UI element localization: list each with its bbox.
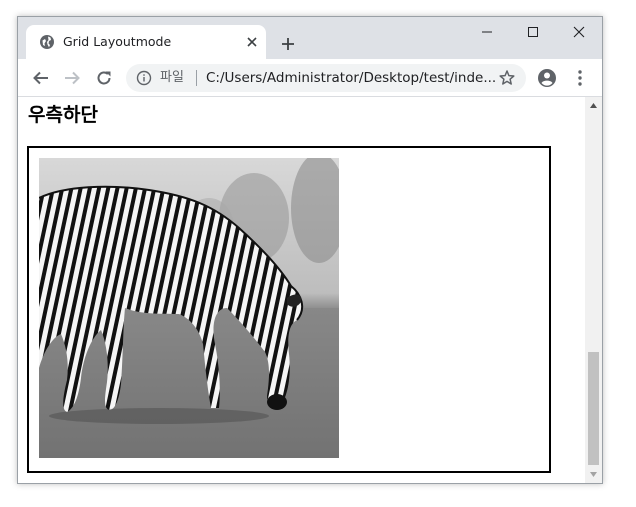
scroll-up-icon[interactable] [585, 97, 602, 114]
arrow-right-icon[interactable] [61, 67, 83, 89]
plus-icon[interactable] [276, 32, 300, 56]
tab-title: Grid Layoutmode [63, 34, 172, 49]
tab-strip: Grid Layoutmode [18, 17, 602, 59]
window-close-icon[interactable] [556, 17, 602, 47]
omnibox-divider [196, 70, 197, 86]
file-scheme-label: 파일 [160, 70, 184, 85]
minimize-icon[interactable] [464, 17, 510, 47]
kebab-menu-icon[interactable] [569, 67, 591, 89]
tab-active[interactable]: Grid Layoutmode [26, 25, 266, 59]
address-bar[interactable]: 파일 C:/Users/Administrator/Desktop/test/i… [126, 64, 526, 92]
vertical-scrollbar[interactable] [585, 97, 602, 483]
arrow-left-icon[interactable] [30, 67, 52, 89]
page-content: 우측하단 [18, 97, 585, 483]
close-icon[interactable] [244, 34, 260, 50]
url-text[interactable]: C:/Users/Administrator/Desktop/test/inde… [206, 70, 496, 86]
page-heading: 우측하단 [28, 104, 98, 126]
star-icon[interactable] [498, 69, 516, 87]
reload-icon[interactable] [93, 67, 115, 89]
info-icon[interactable] [136, 70, 152, 86]
toolbar: 파일 C:/Users/Administrator/Desktop/test/i… [18, 59, 602, 97]
zebra-image [39, 158, 339, 458]
account-icon[interactable] [536, 67, 558, 89]
browser-window: Grid Layoutmode 파일 C:/Users/Administrato… [17, 16, 603, 484]
globe-icon [39, 34, 55, 50]
grid-container [27, 146, 551, 473]
maximize-icon[interactable] [510, 17, 556, 47]
scroll-down-icon[interactable] [585, 466, 602, 483]
scrollbar-thumb[interactable] [588, 352, 599, 465]
